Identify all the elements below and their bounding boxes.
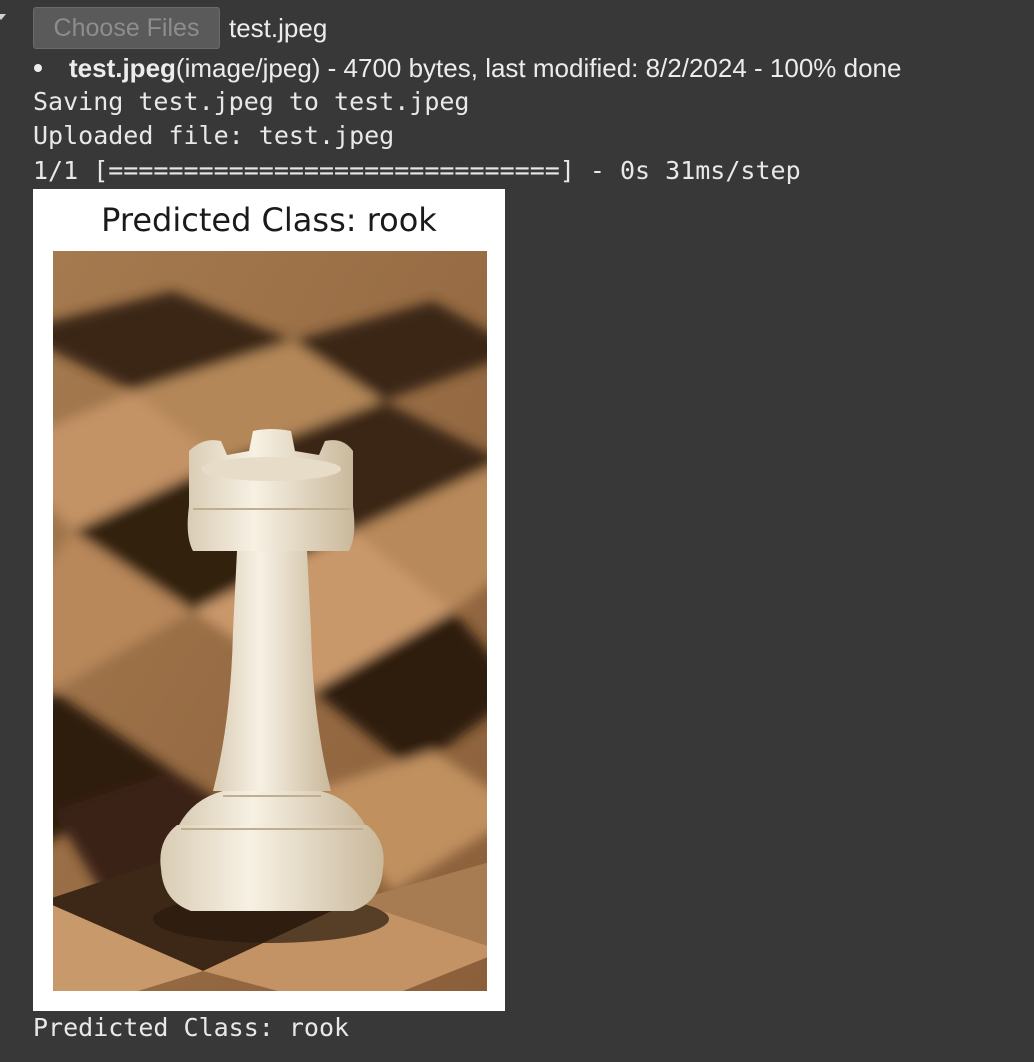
chosen-file-name: test.jpeg: [229, 12, 328, 43]
progress-output-line: 1/1 [==============================] - 0…: [33, 156, 801, 185]
rook-photo-illustration: [53, 251, 487, 991]
file-upload-widget: Choose Files test.jpeg: [33, 7, 327, 49]
bullet-icon: [34, 64, 42, 72]
figure-title: Predicted Class: rook: [101, 201, 437, 239]
choose-files-button[interactable]: Choose Files: [33, 7, 220, 49]
uploaded-file-name: test.jpeg: [69, 52, 176, 83]
rook-photo: [53, 251, 487, 991]
uploaded-file-details: (image/jpeg) - 4700 bytes, last modified…: [175, 52, 902, 83]
prediction-figure: Predicted Class: rook: [33, 189, 505, 1011]
uploaded-output-line: Uploaded file: test.jpeg: [33, 121, 395, 150]
prediction-result-line: Predicted Class: rook: [33, 1013, 350, 1042]
uploaded-file-list-item: test.jpeg (image/jpeg) - 4700 bytes, las…: [33, 50, 901, 86]
saving-output-line: Saving test.jpeg to test.jpeg: [33, 87, 470, 116]
collapse-caret-icon[interactable]: [0, 14, 6, 20]
